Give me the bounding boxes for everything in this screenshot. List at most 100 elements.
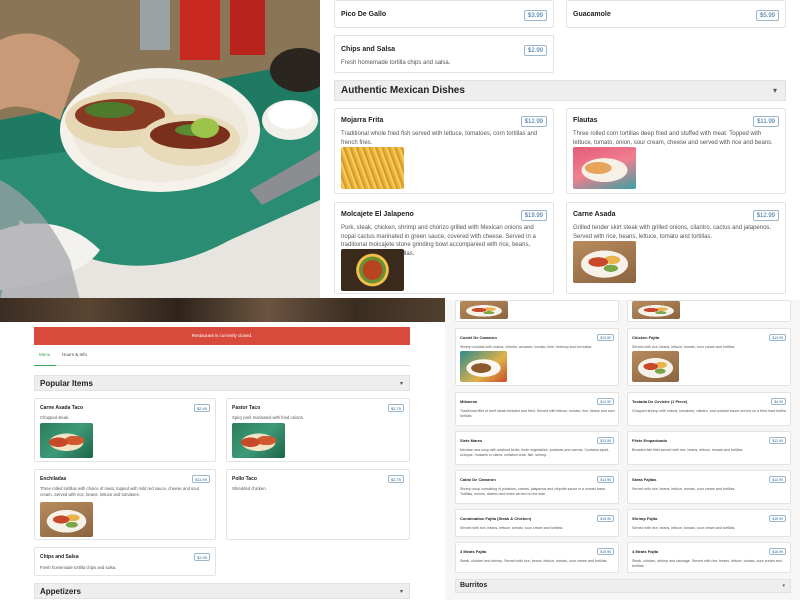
item-description: Fresh homemade tortilla chips and salsa. [40, 565, 117, 570]
item-price: $15.99 [769, 515, 786, 522]
chevron-down-icon[interactable]: ▾ [400, 380, 403, 387]
menu-item-card[interactable]: 3 Meats Fajita $15.99 Steak, chicken and… [455, 542, 619, 573]
item-price: $2.99 [523, 45, 547, 56]
menu-item-card-partial[interactable] [455, 300, 619, 322]
item-title: Carne Asada [573, 211, 616, 218]
item-price: $11.99 [753, 116, 779, 127]
item-description: Shredded chicken. [232, 486, 267, 491]
item-description: Spicy pork marinated with fried onions. [232, 415, 304, 420]
tab-hours-info[interactable]: Hours & Info [62, 352, 87, 357]
item-photo [341, 249, 404, 291]
menu-page-more: Coctel De Camaron $13.99 Shrimp cocktail… [445, 300, 800, 600]
menu-item-card[interactable]: 4 Meats Fajita $16.99 Steak, chicken, sh… [627, 542, 791, 573]
item-title: Siete Mares [460, 438, 483, 443]
item-price: $2.75 [387, 404, 404, 412]
menu-item-card[interactable]: Molcajete El Jalapeno $19.99 Pork, steak… [334, 202, 554, 294]
item-price: $12.99 [752, 210, 779, 221]
tab-bar: Menu Hours & Info [34, 352, 410, 366]
item-description: Three rolled corn tortillas deep fried a… [573, 131, 773, 146]
menu-item-card[interactable]: Siete Mares $13.99 Mexican sea soup with… [455, 431, 619, 465]
item-photo [40, 502, 93, 537]
item-photo [40, 423, 93, 458]
menu-item-card[interactable]: Mojarra Frita $12.99 Traditional whole f… [334, 108, 554, 194]
item-price: $16.99 [769, 548, 786, 555]
item-title: Pico De Gallo [341, 11, 387, 18]
item-photo [573, 241, 636, 283]
menu-item-card[interactable]: Flautas $11.99 Three rolled corn tortill… [566, 108, 786, 194]
item-title: Milanesa [460, 399, 477, 404]
section-title: Authentic Mexican Dishes [341, 85, 465, 96]
item-title: Coctel De Camaron [460, 335, 497, 340]
item-title: Pollo Taco [232, 476, 257, 482]
menu-item-card[interactable]: Carne Asada $12.99 Grilled tender skirt … [566, 202, 786, 294]
chevron-down-icon[interactable]: ▾ [400, 588, 403, 595]
menu-item-card[interactable]: Carne Asada Taco $2.99 Chopped steak. [34, 398, 216, 462]
item-description: Shrimp cocktail with onions, cilantro, a… [460, 345, 593, 349]
item-price: $13.99 [597, 334, 614, 341]
item-price: $13.99 [769, 476, 786, 483]
item-description: Served with rice, beans, lettuce, tomato… [632, 345, 736, 349]
closed-notice-banner: Restaurant is currently closed. [34, 327, 410, 345]
item-price: $15.99 [597, 548, 614, 555]
menu-item-card-partial[interactable] [627, 300, 791, 322]
item-photo [632, 301, 680, 319]
item-title: Guacamole [573, 11, 611, 18]
chevron-down-icon[interactable]: ▾ [773, 86, 777, 95]
section-title: Appetizers [40, 587, 81, 596]
item-description: Steak, chicken and shrimp. Served with r… [460, 559, 608, 563]
item-photo [341, 147, 404, 189]
menu-item-card[interactable]: Tostada De Ceviche (1 Piece) $4.99 Chopp… [627, 392, 791, 426]
item-price: $19.99 [520, 210, 547, 221]
collage: Pico De Gallo $3.99 Guacamole $5.99 Chip… [0, 0, 800, 600]
menu-item-card[interactable]: Pico De Gallo $3.99 [334, 0, 554, 28]
wood-texture-strip [0, 298, 445, 322]
menu-item-card[interactable]: Chicken Fajita $13.99 Served with rice, … [627, 328, 791, 386]
item-title: Caldo De Camaron [460, 477, 496, 482]
menu-item-card[interactable]: Combination Fajita (Steak & Chicken) $15… [455, 509, 619, 537]
menu-item-card[interactable]: Filete Empanizado $12.99 Breaded fish fi… [627, 431, 791, 465]
section-header-authentic-dishes[interactable]: Authentic Mexican Dishes ▾ [334, 80, 786, 101]
item-description: Served with rice, beans, lettuce, tomato… [632, 487, 736, 491]
menu-item-card[interactable]: Chips and Salsa $2.99 Fresh homemade tor… [334, 35, 554, 73]
item-description: Chopped shrimp with onions, tomatoes, ci… [632, 409, 787, 413]
menu-item-card[interactable]: Guacamole $5.99 [566, 0, 786, 28]
menu-page-main: Restaurant is currently closed. Menu Hou… [0, 300, 445, 600]
menu-item-card[interactable]: Chips and Salsa $2.99 Fresh homemade tor… [34, 547, 216, 576]
item-title: Carne Asada Taco [40, 405, 84, 411]
item-title: Tostada De Ceviche (1 Piece) [632, 399, 688, 404]
item-title: Steak Fajitas [632, 477, 657, 482]
menu-item-card[interactable]: Shrimp Fajita $15.99 Served with rice, b… [627, 509, 791, 537]
item-title: Molcajete El Jalapeno [341, 211, 414, 218]
tab-menu[interactable]: Menu [34, 352, 56, 366]
item-description: Steak, chicken, shrimp and sausage. Serv… [632, 559, 782, 569]
section-header-burritos[interactable]: Burritos ▾ [455, 579, 791, 593]
item-price: $2.99 [193, 553, 210, 561]
menu-item-card[interactable]: Milanesa $12.99 Traditional fillet of be… [455, 392, 619, 426]
item-photo [573, 147, 636, 189]
item-description: Traditional fillet of beef steak breaded… [460, 409, 615, 419]
menu-item-card[interactable]: Coctel De Camaron $13.99 Shrimp cocktail… [455, 328, 619, 386]
menu-item-card[interactable]: Enchiladas $11.99 Three rolled tortillas… [34, 469, 216, 540]
item-price: $2.99 [193, 404, 210, 412]
item-price: $13.99 [597, 437, 614, 444]
item-photo [232, 423, 285, 458]
tacos-photo [0, 0, 320, 300]
item-photo [460, 351, 507, 382]
item-price: $13.99 [597, 476, 614, 483]
menu-item-card[interactable]: Caldo De Camaron $13.99 Shrimp soup cons… [455, 470, 619, 504]
item-title: Enchiladas [40, 476, 67, 482]
menu-item-card[interactable]: Pollo Taco $2.75 Shredded chicken. [226, 469, 410, 540]
menu-item-card[interactable]: Pastor Taco $2.75 Spicy pork marinated w… [226, 398, 410, 462]
item-title: Flautas [573, 117, 598, 124]
section-header-popular-items[interactable]: Popular Items ▾ [34, 375, 410, 391]
item-description: Traditional whole fried fish served with… [341, 131, 538, 146]
section-title: Burritos [460, 582, 488, 589]
item-price: $12.99 [520, 116, 547, 127]
menu-item-card[interactable]: Steak Fajitas $13.99 Served with rice, b… [627, 470, 791, 504]
item-description: Mexican sea soup with seafood broth, fre… [460, 448, 610, 458]
item-description: Three rolled tortillas with choice of me… [40, 486, 200, 497]
item-title: Shrimp Fajita [632, 516, 658, 521]
section-header-appetizers[interactable]: Appetizers ▾ [34, 583, 410, 599]
chevron-down-icon[interactable]: ▾ [782, 583, 785, 589]
section-title: Popular Items [40, 379, 93, 388]
